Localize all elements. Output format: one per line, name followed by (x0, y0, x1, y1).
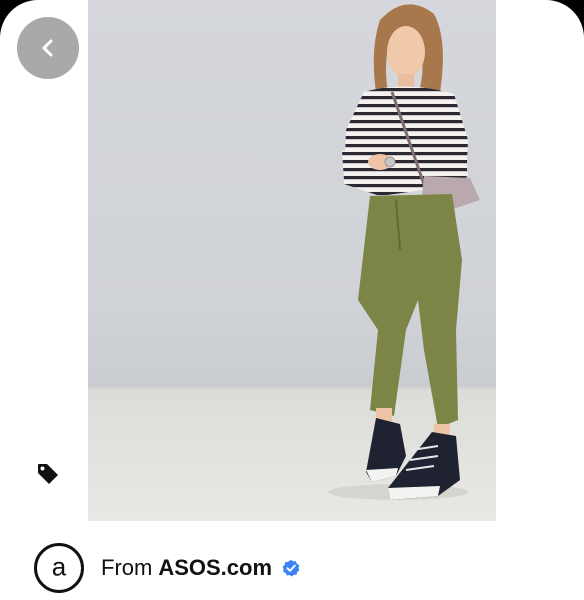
chevron-left-icon (42, 39, 53, 57)
brand-avatar[interactable]: a (34, 543, 84, 593)
from-label: From (101, 555, 153, 580)
source-attribution[interactable]: a From ASOS.com (34, 540, 300, 596)
pin-closeup-screen: a From ASOS.com (0, 0, 584, 600)
back-button[interactable] (17, 17, 79, 79)
content-sheet: a From ASOS.com (0, 0, 584, 600)
avatar-letter: a (52, 552, 67, 582)
model-illustration (328, 4, 480, 500)
asos-logo-icon: a (52, 552, 67, 582)
product-photo[interactable] (88, 0, 496, 521)
source-text: From ASOS.com (101, 555, 300, 581)
verified-badge-icon (282, 559, 300, 577)
brand-name-link[interactable]: ASOS.com (158, 555, 272, 581)
tag-icon[interactable] (36, 462, 60, 486)
price-tag-icon (38, 464, 58, 484)
